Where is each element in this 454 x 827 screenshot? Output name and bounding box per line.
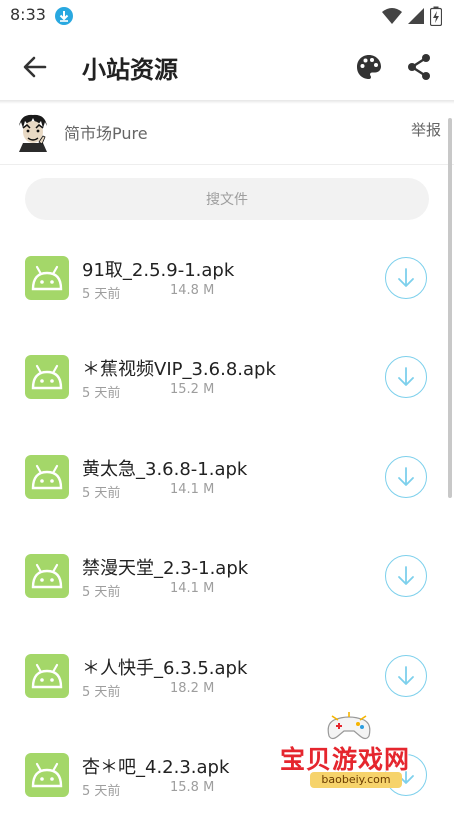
android-apk-icon bbox=[25, 753, 69, 797]
status-bar: 8:33 bbox=[0, 0, 454, 32]
file-date: 5 天前 bbox=[82, 386, 121, 401]
app-bar: 小站资源 bbox=[0, 32, 454, 100]
status-time: 8:33 bbox=[10, 5, 46, 24]
share-button[interactable] bbox=[404, 52, 434, 82]
file-name: ＊蕉视频VIP_3.6.8.apk bbox=[82, 359, 276, 380]
file-size: 18.2 M bbox=[170, 681, 215, 696]
android-apk-icon bbox=[25, 554, 69, 598]
report-button[interactable]: 举报 bbox=[411, 119, 441, 140]
file-name: 禁漫天堂_2.3-1.apk bbox=[82, 558, 249, 579]
download-button[interactable] bbox=[385, 555, 427, 597]
watermark-text: 宝贝游戏网 bbox=[280, 745, 411, 774]
author-row[interactable]: 简市场Pure 举报 bbox=[0, 104, 454, 165]
file-date: 5 天前 bbox=[82, 287, 121, 302]
avatar[interactable] bbox=[15, 112, 51, 152]
file-date: 5 天前 bbox=[82, 486, 121, 501]
list-item[interactable]: ＊蕉视频VIP_3.6.8.apk 5 天前 15.2 M bbox=[0, 329, 454, 429]
palette-icon bbox=[357, 55, 381, 79]
battery-charging-icon bbox=[429, 6, 443, 30]
arrow-left-icon bbox=[23, 56, 47, 78]
list-item[interactable]: 91取_2.5.9-1.apk 5 天前 14.8 M bbox=[0, 230, 454, 330]
file-name: ＊人快手_6.3.5.apk bbox=[82, 658, 248, 679]
wifi-icon bbox=[382, 7, 402, 29]
download-notification-icon bbox=[54, 6, 74, 30]
download-button[interactable] bbox=[385, 257, 427, 299]
gamepad-icon bbox=[327, 712, 371, 740]
arrow-down-icon bbox=[398, 367, 414, 386]
file-date: 5 天前 bbox=[82, 585, 121, 600]
arrow-down-icon bbox=[398, 566, 414, 585]
list-item[interactable]: 黄太急_3.6.8-1.apk 5 天前 14.1 M bbox=[0, 429, 454, 529]
file-size: 15.2 M bbox=[170, 382, 215, 397]
watermark-url: baobeiy.com bbox=[310, 772, 402, 788]
file-size: 14.1 M bbox=[170, 482, 215, 497]
download-button[interactable] bbox=[385, 356, 427, 398]
download-button[interactable] bbox=[385, 456, 427, 498]
file-date: 5 天前 bbox=[82, 685, 121, 700]
arrow-down-icon bbox=[398, 666, 414, 685]
file-date: 5 天前 bbox=[82, 784, 121, 799]
share-icon bbox=[408, 54, 430, 80]
page-title: 小站资源 bbox=[82, 56, 178, 84]
file-name: 黄太急_3.6.8-1.apk bbox=[82, 459, 248, 480]
watermark: 宝贝游戏网 baobeiy.com bbox=[280, 712, 430, 802]
cell-signal-icon bbox=[408, 7, 424, 29]
back-button[interactable] bbox=[20, 52, 50, 82]
arrow-down-icon bbox=[398, 467, 414, 486]
android-apk-icon bbox=[25, 355, 69, 399]
file-name: 杏＊吧_4.2.3.apk bbox=[82, 757, 230, 778]
list-item[interactable]: 禁漫天堂_2.3-1.apk 5 天前 14.1 M bbox=[0, 528, 454, 628]
android-apk-icon bbox=[25, 455, 69, 499]
file-size: 14.8 M bbox=[170, 283, 215, 298]
download-button[interactable] bbox=[385, 655, 427, 697]
file-size: 15.8 M bbox=[170, 780, 215, 795]
android-apk-icon bbox=[25, 256, 69, 300]
android-apk-icon bbox=[25, 654, 69, 698]
arrow-down-icon bbox=[398, 268, 414, 287]
file-size: 14.1 M bbox=[170, 581, 215, 596]
scrollbar[interactable] bbox=[448, 118, 452, 498]
file-name: 91取_2.5.9-1.apk bbox=[82, 260, 235, 281]
theme-button[interactable] bbox=[354, 52, 384, 82]
search-input[interactable]: 搜文件 bbox=[25, 178, 429, 220]
search-placeholder: 搜文件 bbox=[206, 192, 248, 208]
author-name[interactable]: 简市场Pure bbox=[64, 120, 148, 144]
